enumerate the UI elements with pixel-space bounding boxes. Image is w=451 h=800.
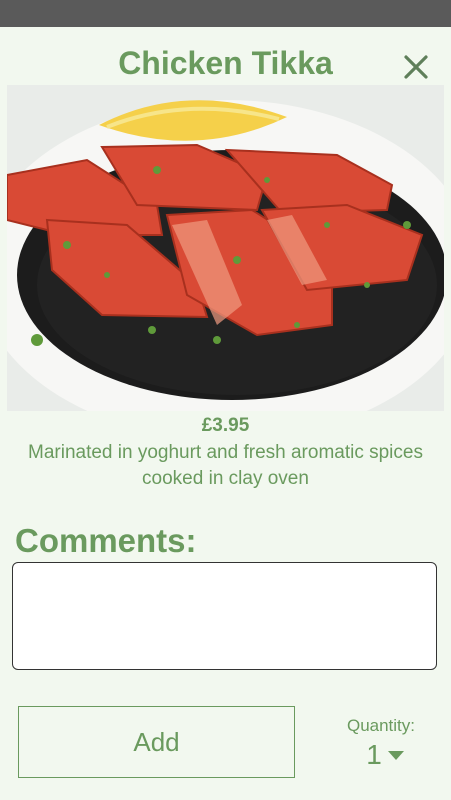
close-icon bbox=[404, 55, 428, 79]
quantity-value: 1 bbox=[366, 739, 382, 770]
item-description: Marinated in yoghurt and fresh aromatic … bbox=[28, 442, 423, 489]
comments-input[interactable] bbox=[12, 562, 437, 670]
status-bar bbox=[0, 0, 451, 27]
chevron-down-icon bbox=[387, 750, 404, 760]
close-button[interactable] bbox=[401, 51, 431, 81]
quantity-label: Quantity: bbox=[346, 716, 416, 735]
item-photo bbox=[7, 85, 444, 411]
item-title: Chicken Tikka bbox=[118, 45, 333, 81]
add-button[interactable]: Add bbox=[18, 706, 295, 778]
item-price: £3.95 bbox=[201, 415, 250, 436]
quantity-select[interactable]: 1 bbox=[350, 738, 420, 772]
comments-label: Comments: bbox=[15, 522, 197, 559]
